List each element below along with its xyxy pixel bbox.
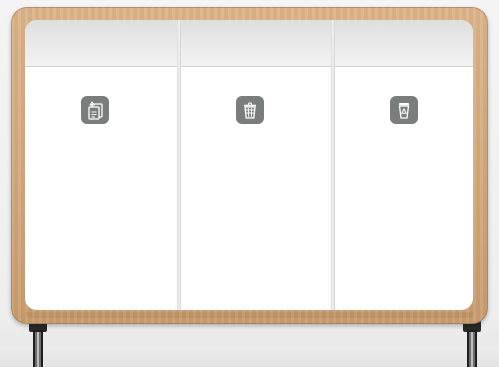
trash-bin-icon [236,96,264,124]
bin-panel [25,20,473,310]
wooden-frame [11,7,488,324]
left-leg-post [33,330,43,367]
bay-cups-opening[interactable] [335,20,473,67]
bay-paper-opening[interactable] [25,20,177,67]
recycling-station-scene: { "station": { "bays": [ { "icon": "pape… [0,0,499,367]
paper-recycling-icon [81,96,109,124]
bay-cups[interactable] [335,20,473,310]
cup-recycling-icon [390,96,418,124]
left-leg [29,318,47,367]
right-leg [463,318,481,367]
frame-shadow [25,312,474,318]
floor [0,345,499,367]
bay-general-waste-opening[interactable] [181,20,331,67]
bay-general-waste[interactable] [181,20,331,310]
bay-paper[interactable] [25,20,177,310]
right-leg-post [467,330,477,367]
